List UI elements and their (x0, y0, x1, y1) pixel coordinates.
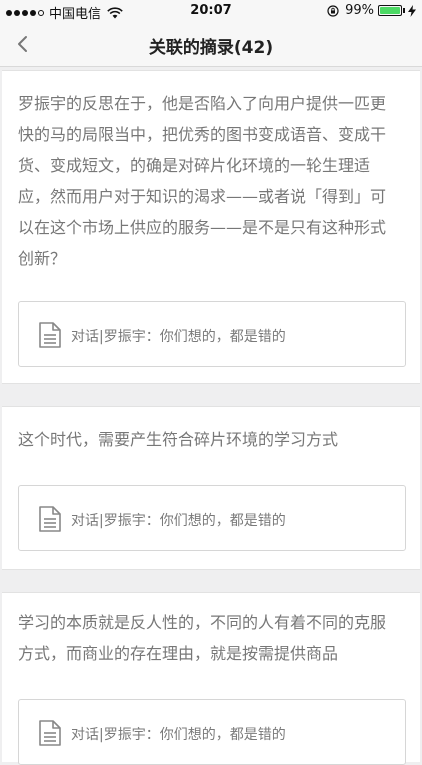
source-link[interactable]: 对话|罗振宇：你们想的，都是错的 (18, 699, 406, 765)
excerpt-card[interactable]: 学习的本质就是反人性的，不同的人有着不同的克服 方式，而商业的存在理由，就是按需… (2, 592, 420, 765)
document-icon (39, 720, 61, 746)
excerpt-line: 罗振宇的反思在于，他是否陷入了向用户提供一匹更 (18, 94, 387, 113)
source-title: 对话|罗振宇：你们想的，都是错的 (71, 513, 286, 529)
rotation-lock-icon (327, 4, 339, 17)
excerpt-line: 货、变成短文，的确是对碎片化环境的一轮生理适 (18, 156, 371, 175)
excerpt-line: 以在这个市场上供应的服务——是不是只有这种形式 (18, 218, 387, 237)
excerpt-text: 这个时代，需要产生符合碎片环境的学习方式 (18, 424, 408, 455)
excerpt-line: 快的马的局限当中，把优秀的图书变成语音、变成干 (18, 125, 387, 144)
excerpt-line: 应，然而用户对于知识的渴求——或者说「得到」可 (18, 187, 387, 206)
excerpt-line: 这个时代，需要产生符合碎片环境的学习方式 (18, 430, 339, 449)
source-title: 对话|罗振宇：你们想的，都是错的 (71, 329, 286, 345)
excerpt-line: 学习的本质就是反人性的，不同的人有着不同的克服 (18, 613, 387, 632)
battery-percent: 99% (345, 3, 374, 18)
source-title: 对话|罗振宇：你们想的，都是错的 (71, 727, 286, 743)
source-link[interactable]: 对话|罗振宇：你们想的，都是错的 (18, 301, 406, 367)
excerpt-card[interactable]: 这个时代，需要产生符合碎片环境的学习方式 对话|罗振宇：你们想的，都是错的 (2, 406, 420, 570)
excerpt-text: 罗振宇的反思在于，他是否陷入了向用户提供一匹更 快的马的局限当中，把优秀的图书变… (18, 88, 408, 274)
battery-icon (378, 5, 402, 16)
excerpt-line: 方式，而商业的存在理由，就是按需提供商品 (18, 644, 339, 663)
excerpt-text: 学习的本质就是反人性的，不同的人有着不同的克服 方式，而商业的存在理由，就是按需… (18, 607, 408, 669)
document-icon (39, 322, 61, 348)
source-link[interactable]: 对话|罗振宇：你们想的，都是错的 (18, 485, 406, 551)
status-right: 99% (327, 3, 416, 18)
charging-bolt-icon (408, 4, 416, 17)
status-bar: 中国电信 20:07 99% (0, 0, 422, 22)
navigation-bar: 关联的摘录(42) (0, 22, 422, 67)
battery-tip (403, 8, 405, 13)
document-icon (39, 506, 61, 532)
page-title: 关联的摘录(42) (148, 38, 274, 58)
excerpt-line: 创新？ (18, 249, 67, 268)
battery-level-fill (380, 7, 400, 14)
excerpt-card[interactable]: 罗振宇的反思在于，他是否陷入了向用户提供一匹更 快的马的局限当中，把优秀的图书变… (2, 70, 420, 384)
